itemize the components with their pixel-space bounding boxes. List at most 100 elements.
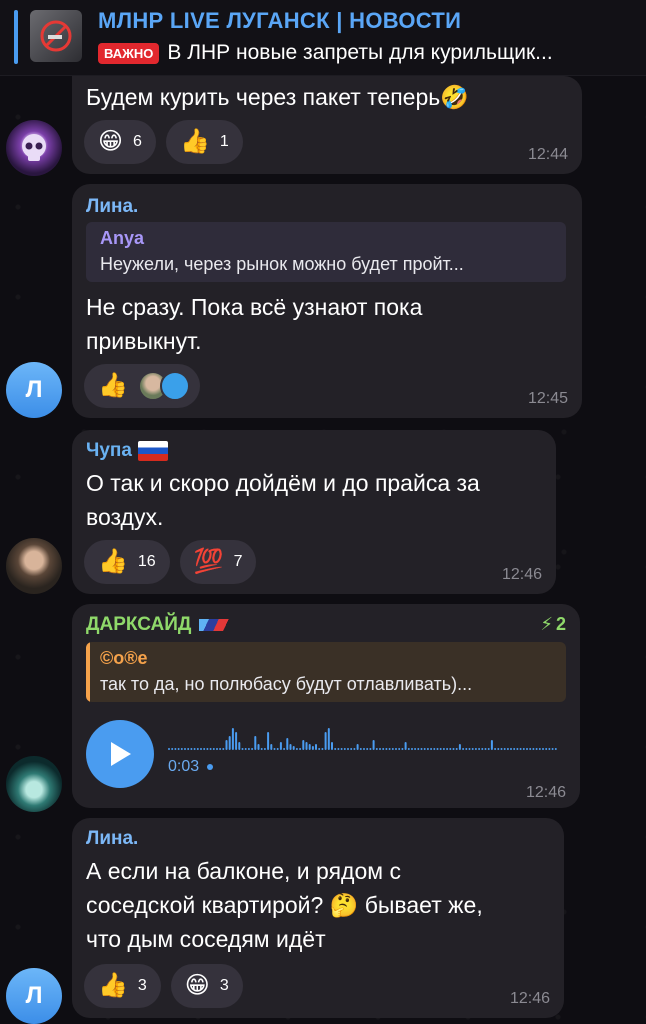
message-line: соседской квартирой? 🤔 бывает же, [86, 892, 483, 918]
waveform-bar [538, 748, 541, 750]
waveform-bar [187, 748, 190, 750]
message-time: 12:44 [527, 146, 568, 163]
pinned-preview: ВАЖНО В ЛНР новые запреты для курильщик.… [98, 41, 553, 65]
no-smoking-icon [40, 20, 72, 52]
reaction-thumbs-up[interactable]: 👍 16 [84, 540, 170, 584]
waveform-bar [353, 748, 356, 750]
waveform-bar [481, 748, 484, 750]
pinned-text: В ЛНР новые запреты для курильщик... [167, 41, 553, 64]
waveform-bar [490, 740, 493, 750]
waveform-bar [468, 748, 471, 750]
avatar[interactable] [6, 538, 62, 594]
reply-quote[interactable]: .reply-blue::before{background:#7a8ef0;}… [86, 222, 566, 282]
message-text: Будем курить через пакет теперь🤣 [86, 84, 469, 110]
waveform-bar [190, 748, 193, 750]
waveform-bar [478, 748, 481, 750]
waveform-bar [411, 748, 413, 750]
waveform-bar [212, 748, 215, 750]
waveform-bar [203, 748, 206, 750]
waveform-bar [276, 748, 279, 750]
reaction-thumbs-up[interactable]: 👍 [84, 364, 200, 408]
message-bubble[interactable]: Будем курить через пакет теперь🤣 😁 6 👍 1… [72, 76, 582, 174]
waveform-bar [522, 748, 525, 750]
waveform-bar [247, 748, 250, 750]
waveform-bar [551, 748, 554, 750]
waveform-bar [487, 748, 490, 750]
waveform-bar [315, 744, 317, 750]
waveform-bar [510, 748, 512, 750]
waveform-bar [366, 748, 369, 750]
important-badge: ВАЖНО [98, 42, 160, 64]
waveform-bar [209, 748, 212, 750]
waveform-bar [379, 748, 381, 750]
waveform-bar [465, 748, 468, 750]
waveform-bar [238, 742, 241, 750]
waveform-bar [340, 748, 343, 750]
waveform-bar [398, 748, 401, 750]
waveform-bar [471, 748, 474, 750]
message-line: О так и скоро дойдём и до прайса за [86, 470, 480, 496]
waveform-bar [474, 748, 477, 750]
avatar[interactable] [6, 756, 62, 812]
waveform-bar [244, 748, 247, 750]
avatar[interactable]: Л [6, 362, 62, 418]
waveform-bar [337, 748, 340, 750]
pinned-message-bar[interactable]: МЛНР LIVE ЛУГАНСК | НОВОСТИ ВАЖНО В ЛНР … [0, 0, 646, 76]
message-bubble[interactable]: Чупа О так и скоро дойдём и до прайса за… [72, 430, 556, 594]
message-bubble[interactable]: Лина. А если на балконе, и рядом с сосед… [72, 818, 564, 1018]
message-bubble[interactable]: ДАРКСАЙД ⚡ 2 ©o®e так то да, но полюбасу… [72, 604, 580, 808]
waveform-bar [513, 748, 516, 750]
waveform-bar [292, 746, 295, 750]
message-bubble[interactable]: Лина. .reply-blue::before{background:#7a… [72, 184, 582, 418]
waveform-bar [500, 748, 503, 750]
thumbs-up-emoji-icon: 👍 [98, 548, 128, 575]
waveform-bar [331, 742, 333, 750]
reaction-count: 6 [133, 133, 142, 150]
waveform-bar [484, 748, 487, 750]
waveform-bar [446, 748, 449, 750]
message-line: Не сразу. Пока всё узнают пока [86, 294, 423, 320]
waveform-bar [363, 748, 365, 750]
reaction-count: 7 [233, 553, 243, 570]
waveform-bar [321, 748, 324, 750]
waveform-bar [311, 746, 314, 750]
reply-sender: Anya [100, 228, 145, 248]
thumbs-up-emoji-icon: 👍 [98, 972, 128, 999]
avatar[interactable] [6, 120, 62, 176]
waveform-bar [270, 744, 273, 750]
waveform-bar [452, 748, 455, 750]
waveform-bar [257, 744, 260, 750]
waveform-bar [324, 732, 327, 750]
waveform-bar [228, 736, 231, 750]
waveform-bar [529, 748, 532, 750]
waveform-bar [231, 728, 234, 750]
reaction-grin[interactable]: 😁 6 [84, 120, 156, 164]
reply-quote[interactable]: ©o®e так то да, но полюбасу будут отлавл… [86, 642, 566, 702]
waveform-bar [196, 748, 199, 750]
waveform-bar [404, 742, 407, 750]
waveform-bar [506, 748, 509, 750]
thumbs-up-emoji-icon: 👍 [179, 128, 210, 155]
waveform-bar [458, 744, 461, 750]
waveform-bar [442, 748, 445, 750]
waveform-bar [216, 748, 218, 750]
message-line: воздух. [86, 504, 164, 530]
reaction-thumbs-up[interactable]: 👍 3 [84, 964, 161, 1008]
waveform-bar [369, 748, 372, 750]
voice-waveform[interactable] [168, 720, 558, 754]
reactions: 😁 6 👍 1 [84, 120, 243, 164]
play-button[interactable] [86, 720, 154, 788]
avatar[interactable]: Л [6, 968, 62, 1024]
unplayed-dot-icon [207, 764, 214, 770]
reaction-thumbs-up[interactable]: 👍 1 [165, 120, 243, 164]
voice-duration: 0:03 [168, 758, 214, 776]
play-icon [111, 742, 131, 766]
waveform-bar [395, 748, 397, 750]
lightning-icon: ⚡ [540, 614, 553, 634]
reaction-hundred[interactable]: 💯 7 [179, 540, 257, 584]
waveform-bar [334, 748, 337, 750]
waveform-bar [235, 732, 238, 750]
reaction-grin[interactable]: 😁 3 [170, 964, 243, 1008]
reply-accent [86, 642, 90, 702]
sender-name: ДАРКСАЙД [86, 614, 234, 636]
